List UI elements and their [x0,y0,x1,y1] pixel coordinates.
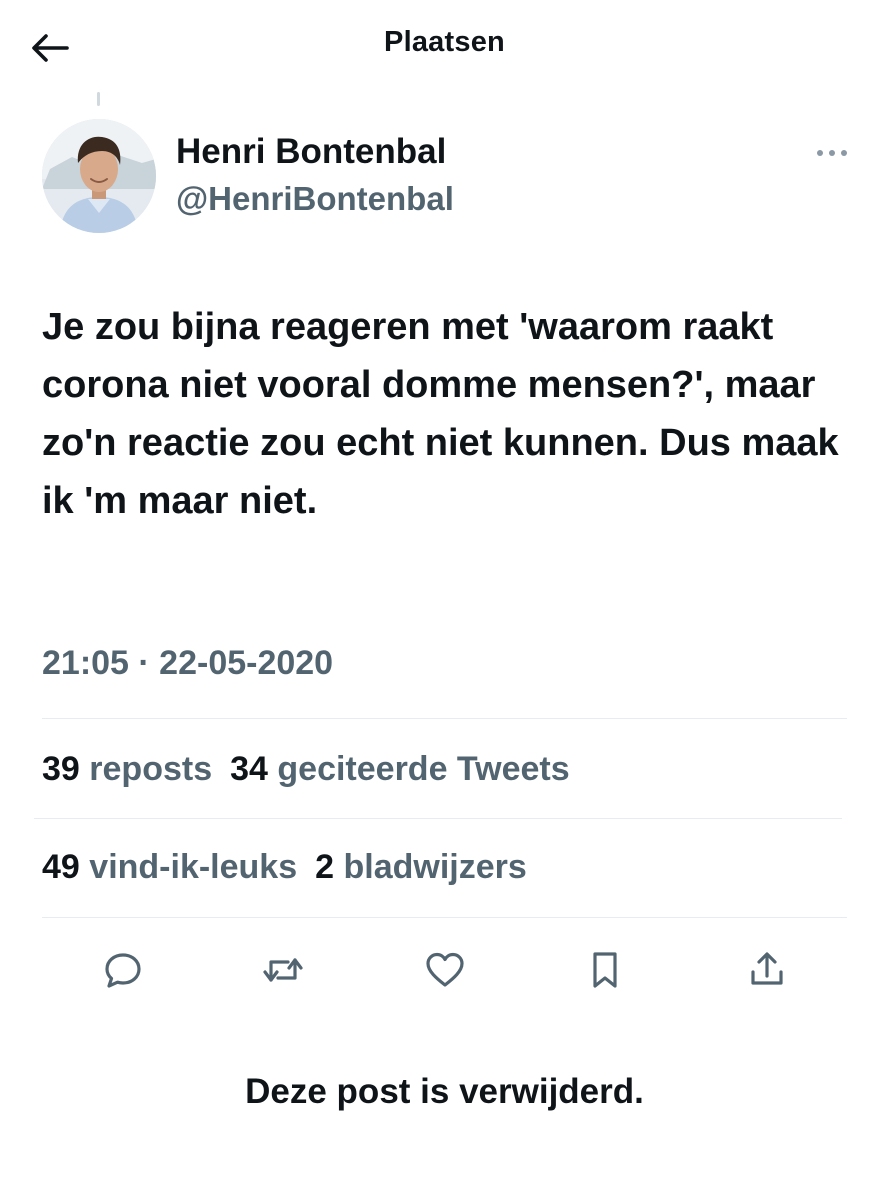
share-button[interactable] [739,942,795,998]
like-button[interactable] [417,942,473,998]
thread-connector-line [97,92,100,106]
quotes-stat[interactable]: 34 geciteerde Tweets [230,750,570,789]
stats-row-reposts: 39 reposts 34 geciteerde Tweets [42,750,588,789]
more-horizontal-icon [817,150,847,156]
stats-row-likes: 49 vind-ik-leuks 2 bladwijzers [42,848,545,887]
repost-button[interactable] [255,942,311,998]
heart-icon [426,952,464,987]
quotes-label: geciteerde Tweets [277,750,570,788]
more-options-button[interactable] [810,140,854,166]
reposts-stat[interactable]: 39 reposts [42,750,212,789]
top-bar: Plaatsen [0,0,889,96]
deleted-post-notice: Deze post is verwijderd. [245,1072,644,1111]
likes-stat[interactable]: 49 vind-ik-leuks [42,848,297,887]
avatar[interactable] [42,119,156,233]
reply-icon [105,953,141,988]
reposts-count: 39 [42,750,80,788]
author-name[interactable]: Henri Bontenbal [176,132,446,172]
divider [42,718,847,719]
bookmark-button[interactable] [577,942,633,998]
bookmarks-stat[interactable]: 2 bladwijzers [315,848,527,887]
profile-photo [42,119,156,233]
page-title: Plaatsen [384,26,505,58]
likes-count: 49 [42,848,80,886]
likes-label: vind-ik-leuks [89,848,298,886]
tweet-text: Je zou bijna reageren met 'waarom raakt … [42,306,850,522]
author-handle[interactable]: @HenriBontenbal [176,180,454,218]
reposts-label: reposts [89,750,213,788]
bookmarks-count: 2 [315,848,335,886]
reply-button[interactable] [95,942,151,998]
bookmark-icon [593,952,617,988]
divider [42,917,847,918]
share-icon [751,952,783,985]
quotes-count: 34 [230,750,268,788]
repost-icon [263,958,303,982]
bookmarks-label: bladwijzers [343,848,527,886]
tweet-timestamp[interactable]: 21:05 · 22-05-2020 [42,644,333,683]
divider [34,818,842,819]
